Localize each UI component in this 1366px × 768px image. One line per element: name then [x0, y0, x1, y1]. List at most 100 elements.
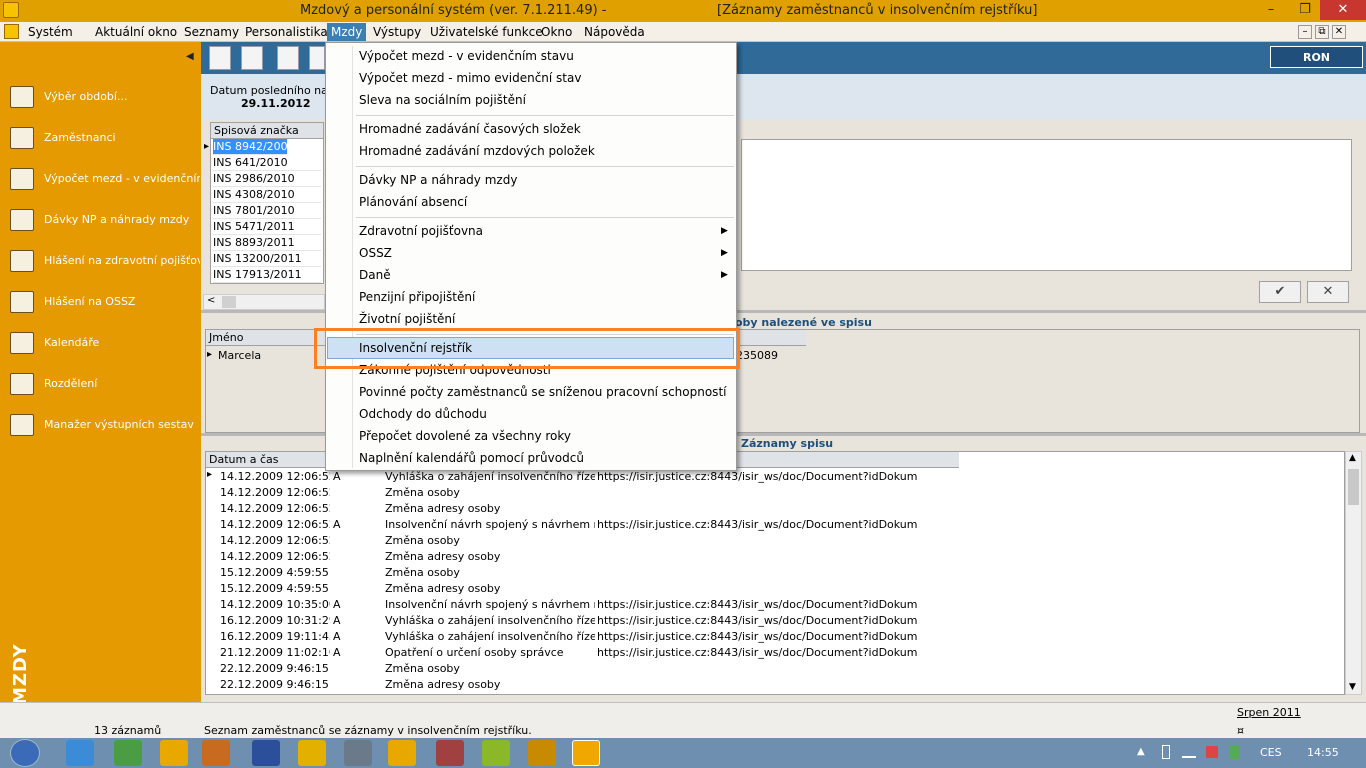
- menu-system[interactable]: Systém: [28, 25, 73, 39]
- spis-row[interactable]: INS 4308/2010: [213, 187, 321, 203]
- records-grid[interactable]: Datum a čas ▸ 14.12.2009 12:06:52 A Vyhláš…: [205, 451, 1345, 695]
- record-cell-t[interactable]: [333, 533, 373, 549]
- record-cell-u[interactable]: https://isir.justice.cz:8443/isir_ws/doc…: [597, 629, 917, 645]
- record-cell-u[interactable]: https://isir.justice.cz:8443/isir_ws/doc…: [597, 469, 917, 485]
- menu-item[interactable]: Zdravotní pojišťovna ▶: [359, 223, 728, 239]
- app-a-icon[interactable]: [252, 740, 280, 766]
- battery-icon[interactable]: [1162, 745, 1170, 759]
- ie-icon[interactable]: [66, 740, 94, 766]
- sidebar-item-vyber-obdobi[interactable]: Výběr období...: [8, 85, 200, 109]
- delete-icon[interactable]: [309, 46, 325, 70]
- record-cell-d[interactable]: Vyhláška o zahájení insolvenčního řízení: [385, 469, 595, 485]
- record-cell-d[interactable]: Opatření o určení osoby správce: [385, 645, 595, 661]
- scroll-left-icon[interactable]: <: [207, 295, 215, 306]
- record-cell-u[interactable]: https://isir.justice.cz:8443/isir_ws/doc…: [597, 645, 917, 661]
- record-cell-u[interactable]: [597, 565, 917, 581]
- sidebar-item-kalendare[interactable]: Kalendáře: [8, 331, 200, 355]
- app-icon[interactable]: [3, 2, 19, 18]
- signal-icon[interactable]: [1182, 746, 1196, 758]
- menu-item[interactable]: Životní pojištění: [359, 311, 455, 327]
- chrome-icon[interactable]: [114, 740, 142, 766]
- spis-row[interactable]: INS 13200/2011: [213, 251, 321, 267]
- sidebar-item-vypocet-mezd[interactable]: Výpočet mezd - v evidenčním stavu: [8, 167, 200, 191]
- start-button[interactable]: [10, 739, 40, 767]
- new-record-icon[interactable]: [209, 46, 231, 70]
- menu-napoveda[interactable]: Nápověda: [584, 25, 645, 39]
- cancel-button[interactable]: ✕: [1307, 281, 1349, 303]
- record-cell-dt[interactable]: 14.12.2009 12:06:52: [220, 469, 330, 485]
- language-indicator[interactable]: CES: [1260, 746, 1282, 759]
- spis-row[interactable]: INS 7801/2010: [213, 203, 321, 219]
- confirm-button[interactable]: ✔: [1259, 281, 1301, 303]
- app-d-icon[interactable]: [482, 740, 510, 766]
- mdi-minimize-button[interactable]: –: [1298, 25, 1312, 39]
- record-cell-u[interactable]: [597, 549, 917, 565]
- user-tray-icon[interactable]: [1230, 745, 1240, 759]
- spis-row[interactable]: INS 8893/2011: [213, 235, 321, 251]
- app-p-icon[interactable]: [528, 740, 556, 766]
- record-cell-d[interactable]: Insolvenční návrh spojený s návrhem na p…: [385, 517, 595, 533]
- tools-icon[interactable]: [436, 740, 464, 766]
- record-cell-u[interactable]: https://isir.justice.cz:8443/isir_ws/doc…: [597, 517, 917, 533]
- record-cell-u[interactable]: [597, 661, 917, 677]
- record-cell-dt[interactable]: 15.12.2009 4:59:55: [220, 581, 330, 597]
- maximize-button[interactable]: ❐: [1288, 0, 1322, 20]
- person-name[interactable]: Marcela: [218, 349, 261, 362]
- scroll-up-icon[interactable]: ▲: [1349, 453, 1356, 463]
- clock[interactable]: 14:55: [1307, 746, 1339, 759]
- record-cell-t[interactable]: [333, 661, 373, 677]
- mdi-restore-button[interactable]: ⧉: [1315, 25, 1329, 39]
- record-cell-d[interactable]: Změna osoby: [385, 485, 595, 501]
- menu-item[interactable]: Daně ▶: [359, 267, 728, 283]
- mdi-icon[interactable]: [4, 24, 19, 39]
- record-cell-d[interactable]: Změna adresy osoby: [385, 549, 595, 565]
- record-cell-d[interactable]: Změna osoby: [385, 565, 595, 581]
- record-cell-u[interactable]: https://isir.justice.cz:8443/isir_ws/doc…: [597, 613, 917, 629]
- app-s-icon[interactable]: [298, 740, 326, 766]
- record-cell-t[interactable]: [333, 581, 373, 597]
- detail-text-panel[interactable]: [741, 139, 1352, 271]
- app-o-icon[interactable]: [388, 740, 416, 766]
- spis-row[interactable]: INS 17913/2011: [213, 267, 321, 283]
- record-cell-dt[interactable]: 21.12.2009 11:02:10: [220, 645, 330, 661]
- vertical-scrollbar[interactable]: ▲ ▼: [1345, 451, 1362, 695]
- menu-item[interactable]: Sleva na sociálním pojištění: [359, 92, 526, 108]
- menu-personalistika[interactable]: Personalistika: [245, 25, 328, 39]
- record-cell-dt[interactable]: 14.12.2009 10:35:00: [220, 597, 330, 613]
- menu-seznamy[interactable]: Seznamy: [184, 25, 239, 39]
- record-cell-d[interactable]: Změna osoby: [385, 533, 595, 549]
- menu-item[interactable]: Přepočet dovolené za všechny roky: [359, 428, 571, 444]
- record-cell-t[interactable]: [333, 485, 373, 501]
- record-cell-dt[interactable]: 14.12.2009 12:06:52: [220, 533, 330, 549]
- volume-muted-icon[interactable]: [1206, 746, 1218, 758]
- record-cell-u[interactable]: [597, 501, 917, 517]
- record-cell-dt[interactable]: 16.12.2009 19:11:45: [220, 629, 330, 645]
- menu-item[interactable]: Povinné počty zaměstnanců se sníženou pr…: [359, 384, 726, 400]
- mdi-close-button[interactable]: ✕: [1332, 25, 1346, 39]
- record-cell-dt[interactable]: 15.12.2009 4:59:55: [220, 565, 330, 581]
- menu-item[interactable]: Odchody do důchodu: [359, 406, 487, 422]
- scroll-thumb[interactable]: [222, 296, 236, 308]
- record-cell-d[interactable]: Vyhláška o zahájení insolvenčního řízení: [385, 629, 595, 645]
- app-taskbar-icon[interactable]: [160, 740, 188, 766]
- record-cell-u[interactable]: [597, 677, 917, 693]
- record-cell-d[interactable]: Změna adresy osoby: [385, 501, 595, 517]
- record-cell-t[interactable]: A: [333, 517, 373, 533]
- menu-uzivatelske-funkce[interactable]: Uživatelské funkce: [430, 25, 543, 39]
- minimize-button[interactable]: –: [1254, 0, 1288, 20]
- record-cell-t[interactable]: [333, 565, 373, 581]
- record-cell-t[interactable]: A: [333, 597, 373, 613]
- menu-item[interactable]: Dávky NP a náhrady mzdy: [359, 172, 517, 188]
- menu-item[interactable]: Hromadné zadávání časových složek: [359, 121, 581, 137]
- status-period[interactable]: Srpen 2011: [1237, 706, 1301, 719]
- record-cell-u[interactable]: [597, 533, 917, 549]
- menu-vystupy[interactable]: Výstupy: [373, 25, 421, 39]
- record-cell-d[interactable]: Změna adresy osoby: [385, 581, 595, 597]
- scroll-down-icon[interactable]: ▼: [1349, 682, 1356, 692]
- record-cell-u[interactable]: [597, 485, 917, 501]
- mzdy-active-icon[interactable]: [572, 740, 600, 766]
- spis-row[interactable]: INS 8942/2009: [213, 139, 295, 155]
- menu-item[interactable]: Výpočet mezd - v evidenčním stavu: [359, 48, 574, 64]
- menu-okno[interactable]: Okno: [541, 25, 572, 39]
- record-cell-d[interactable]: Změna osoby: [385, 661, 595, 677]
